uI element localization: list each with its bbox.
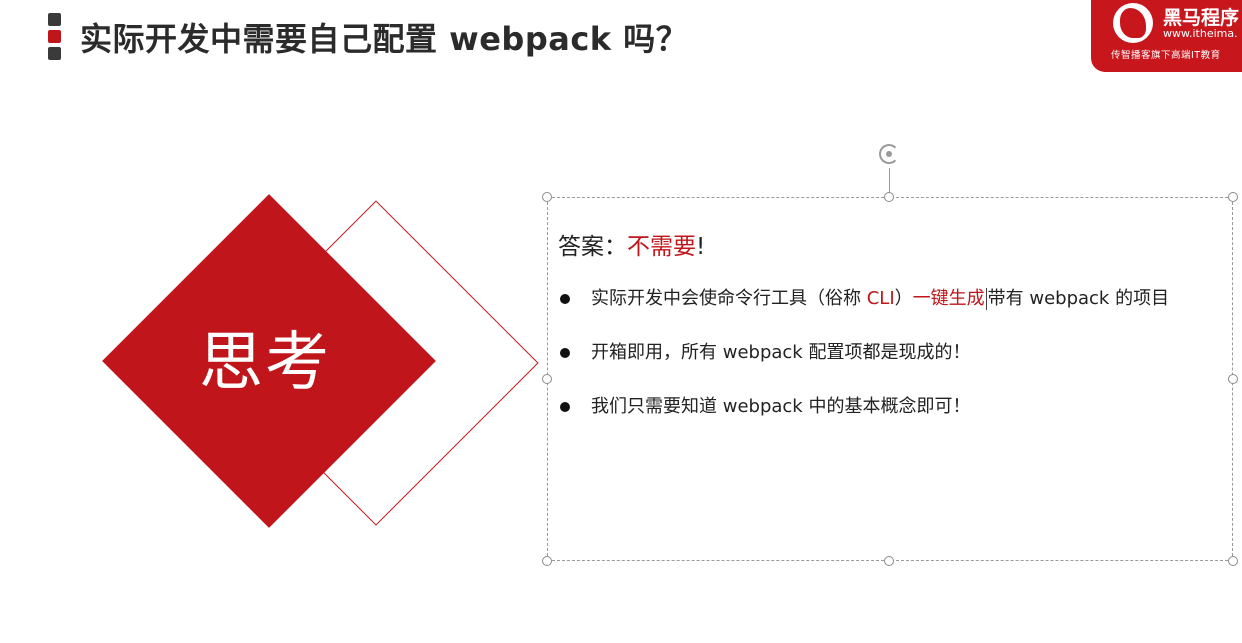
- bullet-item-3[interactable]: 我们只需要知道 webpack 中的基本概念即可！: [556, 394, 1169, 448]
- bullet-2-text: 开箱即用，所有 webpack 配置项都是现成的！: [591, 342, 971, 363]
- resize-handle-right[interactable]: [1228, 374, 1238, 384]
- title-marker-bottom: [48, 47, 61, 60]
- resize-handle-top-left[interactable]: [542, 192, 552, 202]
- resize-handle-bottom[interactable]: [884, 556, 894, 566]
- bullet-item-2[interactable]: 开箱即用，所有 webpack 配置项都是现成的！: [556, 340, 1169, 394]
- bullet-1-part1: 实际开发中会使命令行工具（俗称: [591, 288, 867, 309]
- bullet-1-part2: ）: [894, 288, 913, 309]
- text-cursor: [985, 288, 987, 310]
- bullet-1-highlight: 一键生成: [912, 288, 985, 309]
- rotate-handle-dot: [886, 151, 892, 157]
- answer-prefix: 答案：: [558, 234, 627, 260]
- bullet-1-part3: 带有 webpack 的项目: [987, 288, 1170, 309]
- title-marker-middle: [48, 30, 61, 43]
- bullet-dot-icon: [560, 348, 570, 358]
- bullet-list[interactable]: 实际开发中会使命令行工具（俗称 CLI）一键生成 带有 webpack 的项目 开…: [556, 286, 1169, 448]
- logo-name: 黑马程序: [1163, 7, 1240, 29]
- logo-slogan: 传智播客旗下高端IT教育: [1111, 50, 1221, 61]
- bullet-dot-icon: [560, 402, 570, 412]
- think-label: 思考: [199, 326, 331, 400]
- resize-handle-top-right[interactable]: [1228, 192, 1238, 202]
- logo-url: www.itheima.: [1163, 27, 1238, 40]
- bullet-item-1[interactable]: 实际开发中会使命令行工具（俗称 CLI）一键生成 带有 webpack 的项目: [556, 286, 1169, 340]
- answer-line[interactable]: 答案：不需要!: [558, 227, 705, 261]
- answer-suffix: !: [696, 234, 706, 260]
- slide-title: 实际开发中需要自己配置 webpack 吗？: [80, 20, 689, 58]
- resize-handle-bottom-right[interactable]: [1228, 556, 1238, 566]
- answer-value: 不需要: [627, 234, 696, 260]
- brand-logo: 黑马程序 www.itheima. 传智播客旗下高端IT教育: [1091, 0, 1242, 72]
- resize-handle-left[interactable]: [542, 374, 552, 384]
- resize-handle-bottom-left[interactable]: [542, 556, 552, 566]
- bullet-1-cli: CLI: [866, 288, 895, 309]
- bullet-3-text: 我们只需要知道 webpack 中的基本概念即可！: [591, 396, 971, 417]
- title-marker-top: [48, 13, 61, 26]
- resize-handle-top[interactable]: [884, 192, 894, 202]
- bullet-dot-icon: [560, 294, 570, 304]
